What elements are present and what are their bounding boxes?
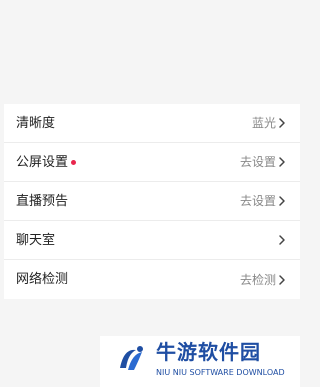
setting-value: 去检测 bbox=[239, 272, 276, 287]
setting-row-clarity[interactable]: 清晰度 蓝光 bbox=[4, 104, 300, 143]
setting-label: 清晰度 bbox=[16, 115, 56, 131]
chevron-right-icon bbox=[279, 118, 285, 128]
chevron-right-icon bbox=[279, 235, 285, 245]
settings-list: 清晰度 蓝光 公屏设置 去设置 直播预告 去设置 聊天室 网络检测 去检测 bbox=[4, 104, 300, 299]
setting-label: 网络检测 bbox=[16, 272, 69, 287]
setting-row-network-check[interactable]: 网络检测 去检测 bbox=[4, 260, 300, 299]
watermark-logo: 牛游软件园 NIU NIU SOFTWARE DOWNLOAD bbox=[100, 336, 300, 387]
setting-row-chat-room[interactable]: 聊天室 bbox=[4, 221, 300, 260]
setting-value: 蓝光 bbox=[251, 116, 276, 130]
setting-row-live-preview[interactable]: 直播预告 去设置 bbox=[4, 182, 300, 221]
setting-value: 去设置 bbox=[239, 194, 276, 208]
watermark-subtitle: NIU NIU SOFTWARE DOWNLOAD bbox=[156, 368, 285, 377]
notification-dot bbox=[71, 159, 76, 165]
setting-row-screen-settings[interactable]: 公屏设置 去设置 bbox=[4, 143, 300, 182]
setting-label: 公屏设置 bbox=[16, 154, 69, 170]
watermark-title: 牛游软件园 bbox=[156, 340, 261, 364]
chevron-right-icon bbox=[279, 196, 285, 206]
setting-label: 直播预告 bbox=[16, 193, 69, 209]
brand-logo-icon bbox=[120, 346, 143, 370]
chevron-right-icon bbox=[279, 274, 285, 285]
chevron-right-icon bbox=[279, 157, 285, 167]
setting-value: 去设置 bbox=[239, 155, 276, 169]
setting-label: 聊天室 bbox=[16, 232, 56, 248]
